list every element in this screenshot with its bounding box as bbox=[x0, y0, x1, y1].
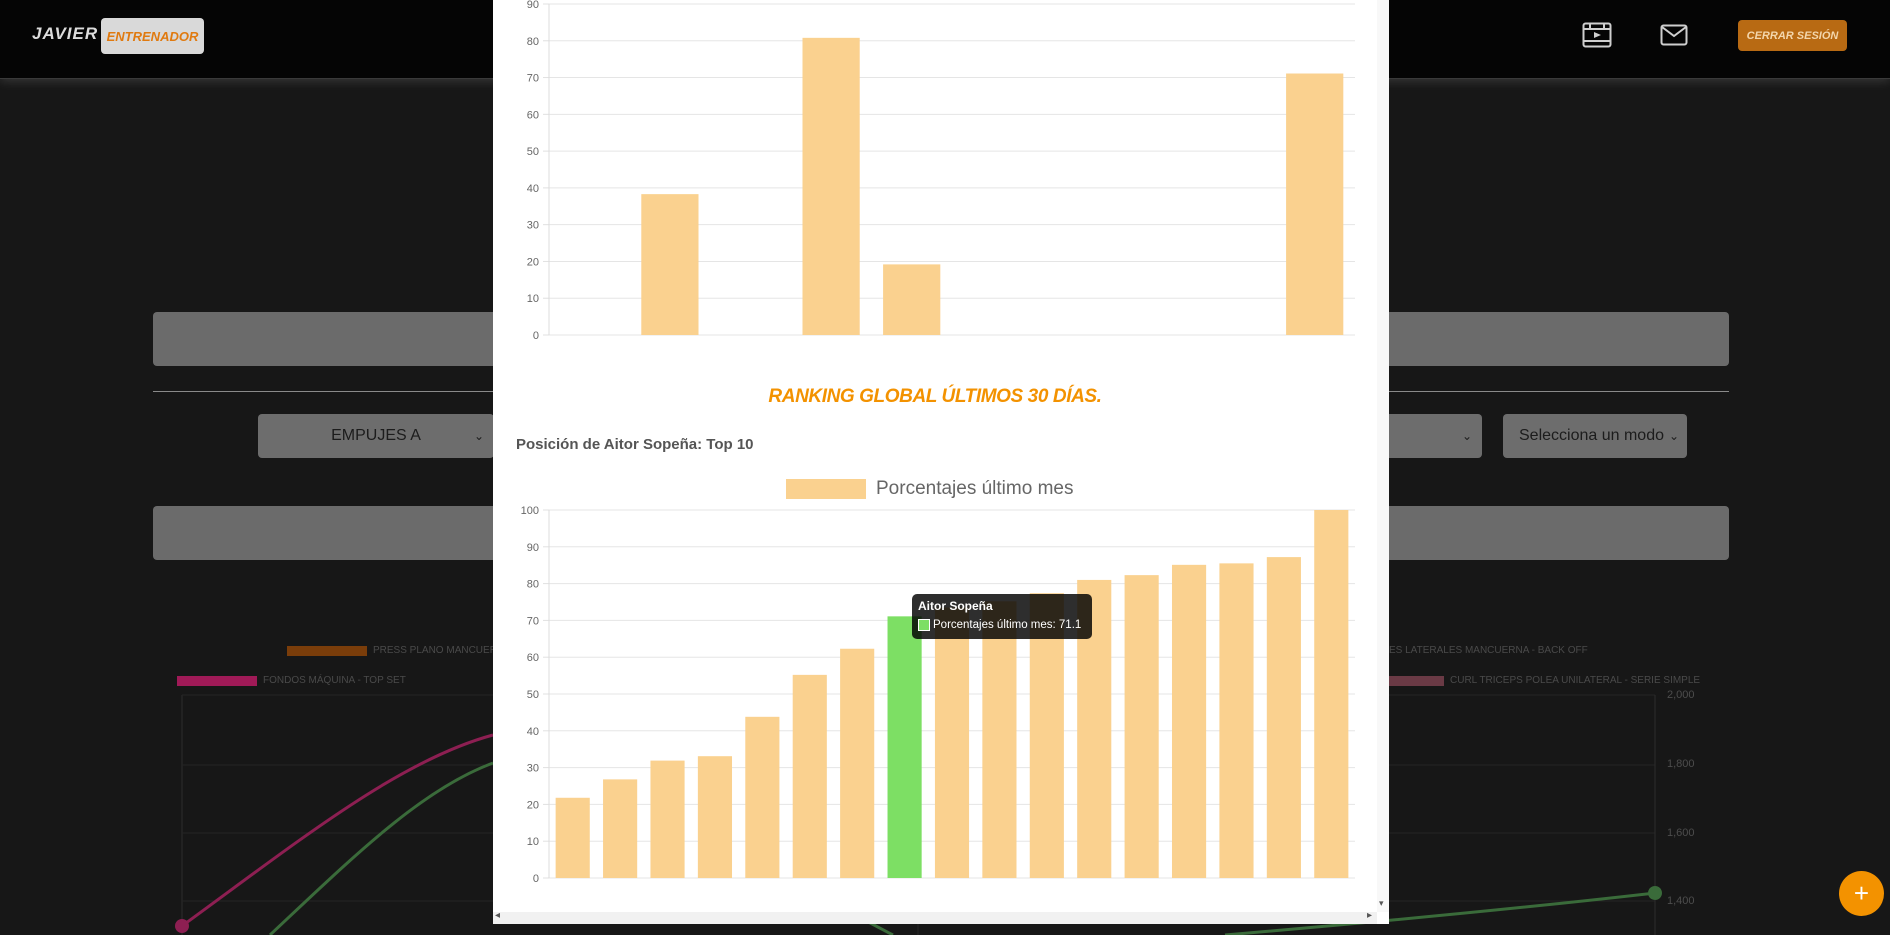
bar[interactable] bbox=[883, 264, 941, 335]
bar[interactable] bbox=[840, 648, 875, 878]
bar[interactable] bbox=[802, 37, 860, 335]
y-tick-label: 10 bbox=[527, 293, 539, 305]
y-tick-label: 30 bbox=[527, 220, 539, 232]
scroll-left-arrow-icon[interactable]: ◂ bbox=[495, 910, 500, 921]
bar[interactable] bbox=[1124, 575, 1159, 878]
tooltip-row: Porcentajes último mes: 71.1 bbox=[918, 619, 1081, 631]
bar[interactable] bbox=[887, 616, 922, 878]
y-tick-label: 90 bbox=[527, 0, 539, 11]
y-tick-label: 70 bbox=[527, 615, 539, 627]
vertical-scrollbar[interactable]: ▾ bbox=[1377, 0, 1389, 912]
right-axis-tick: 1,800 bbox=[1667, 758, 1695, 770]
y-tick-label: 20 bbox=[527, 799, 539, 811]
y-tick-label: 20 bbox=[527, 256, 539, 268]
y-tick-label: 80 bbox=[527, 579, 539, 591]
right-axis-tick: 2,000 bbox=[1667, 689, 1695, 701]
ranking-modal: 0 10 20 30 40 50 60 70 80 90 RANKING GLOBAL ÚLTIM… bbox=[493, 0, 1389, 924]
bar[interactable] bbox=[982, 601, 1017, 878]
ranking-bar-chart: 0 10 20 30 40 50 60 70 80 90 100 bbox=[521, 505, 1355, 885]
mail-icon[interactable] bbox=[1660, 24, 1688, 51]
tooltip-label: Porcentajes último mes: 71.1 bbox=[933, 619, 1082, 631]
right-axis-tick: 1,400 bbox=[1667, 895, 1695, 907]
bar[interactable] bbox=[1219, 563, 1254, 878]
logout-button[interactable]: CERRAR SESIÓN bbox=[1738, 20, 1847, 51]
user-position-text: Posición de Aitor Sopeña: Top 10 bbox=[516, 436, 754, 453]
y-tick-label: 60 bbox=[527, 652, 539, 664]
y-tick-label: 50 bbox=[527, 689, 539, 701]
add-button[interactable]: + bbox=[1839, 871, 1884, 916]
y-tick-label: 50 bbox=[527, 146, 539, 158]
y-tick-label: 40 bbox=[527, 726, 539, 738]
bar[interactable] bbox=[1286, 73, 1344, 335]
bar[interactable] bbox=[603, 779, 638, 878]
scroll-down-arrow-icon[interactable]: ▾ bbox=[1379, 898, 1384, 909]
bar[interactable] bbox=[745, 716, 780, 878]
bar[interactable] bbox=[697, 756, 733, 878]
scroll-right-arrow-icon[interactable]: ▸ bbox=[1367, 910, 1372, 921]
y-tick-label: 80 bbox=[527, 36, 539, 48]
bar[interactable] bbox=[1314, 510, 1349, 878]
y-tick-label: 30 bbox=[527, 763, 539, 775]
y-tick-label: 10 bbox=[527, 836, 539, 848]
tooltip-title: Aitor Sopeña bbox=[918, 599, 993, 613]
bar[interactable] bbox=[1171, 564, 1207, 878]
right-axis-tick: 1,600 bbox=[1667, 827, 1695, 839]
video-icon[interactable] bbox=[1582, 22, 1612, 53]
top-bar-chart: 0 10 20 30 40 50 60 70 80 90 bbox=[527, 0, 1355, 342]
y-tick-label: 0 bbox=[533, 330, 539, 342]
y-tick-label: 100 bbox=[521, 505, 539, 517]
y-tick-label: 0 bbox=[533, 873, 539, 885]
ranking-title: RANKING GLOBAL ÚLTIMOS 30 DÍAS. bbox=[768, 386, 1102, 407]
bar[interactable] bbox=[641, 194, 699, 335]
y-tick-label: 90 bbox=[527, 542, 539, 554]
y-tick-label: 70 bbox=[527, 73, 539, 85]
user-name: JAVIER bbox=[32, 24, 99, 43]
tooltip-swatch bbox=[918, 619, 930, 631]
bar[interactable] bbox=[1266, 557, 1301, 878]
bar[interactable] bbox=[934, 607, 970, 878]
chart-tooltip: Aitor Sopeña Porcentajes último mes: 71.… bbox=[912, 594, 1092, 639]
y-tick-label: 60 bbox=[527, 109, 539, 121]
bar[interactable] bbox=[650, 760, 685, 878]
horizontal-scrollbar[interactable]: ◂ ▸ bbox=[493, 910, 1377, 924]
role-badge[interactable]: ENTRENADOR bbox=[101, 18, 204, 54]
bar[interactable] bbox=[792, 674, 827, 878]
y-tick-label: 40 bbox=[527, 183, 539, 195]
bar[interactable] bbox=[555, 797, 590, 878]
